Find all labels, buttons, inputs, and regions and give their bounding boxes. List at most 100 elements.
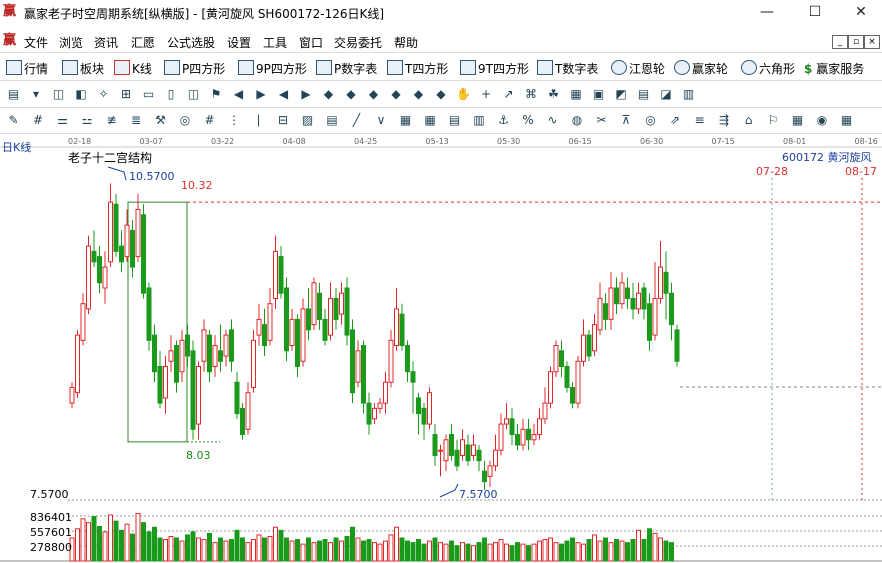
candle-body — [465, 444, 471, 462]
candle-body — [377, 402, 383, 409]
volume-bar — [262, 537, 267, 562]
candle-body — [212, 345, 218, 367]
volume-bar — [80, 518, 86, 562]
candle-body — [669, 292, 674, 326]
volume-bar — [504, 543, 509, 562]
volume-bar — [317, 540, 322, 562]
volume-bar — [625, 542, 630, 562]
candle-body — [636, 292, 641, 310]
volume-bar — [284, 537, 289, 562]
date-label: 06-15 — [568, 137, 592, 146]
candle-body — [311, 282, 317, 326]
volume-bar — [366, 539, 372, 562]
volume-bar — [113, 520, 119, 562]
volume-bar — [647, 528, 652, 562]
candle-body — [135, 208, 141, 258]
candle-body — [262, 324, 267, 347]
candle-body — [355, 350, 361, 383]
volume-bar — [256, 534, 262, 562]
volume-bar — [273, 526, 278, 562]
candle-body — [185, 334, 190, 357]
volume-bar — [152, 526, 157, 562]
candle-body — [229, 329, 234, 362]
candle-body — [564, 365, 570, 388]
volume-bar — [240, 537, 245, 562]
volume-bar — [372, 542, 377, 562]
volume-bar — [531, 543, 537, 562]
volume-label-high: 836401 — [30, 511, 72, 524]
candle-body — [559, 350, 564, 367]
volume-bar — [97, 526, 102, 562]
candle-body — [80, 303, 86, 341]
volume-bar — [641, 539, 647, 562]
volume-bar — [234, 529, 240, 562]
candle-body — [113, 203, 119, 252]
volume-bar — [75, 528, 80, 562]
volume-bar — [663, 540, 669, 562]
volume-bar — [207, 532, 212, 562]
candle-body — [97, 256, 102, 284]
candle-body — [372, 407, 377, 420]
volume-bar — [355, 537, 361, 562]
candle-body — [361, 345, 366, 404]
candle-body — [482, 470, 487, 483]
candle-body — [174, 345, 179, 383]
candle-body — [493, 449, 498, 467]
volume-bar — [344, 535, 350, 562]
volume-bar — [658, 537, 663, 562]
volume-bar — [432, 537, 438, 562]
volume-bar — [245, 542, 251, 562]
candle-body — [119, 245, 124, 263]
volume-bar — [421, 543, 427, 562]
volume-bar — [179, 540, 185, 562]
candle-body — [201, 329, 207, 362]
volume-bar — [509, 545, 515, 562]
candle-body — [652, 297, 658, 336]
volume-bar — [570, 537, 575, 562]
candle-body — [163, 365, 168, 399]
candle-body — [410, 371, 416, 383]
volume-bar — [608, 542, 614, 562]
volume-bar — [201, 539, 207, 562]
date-label: 04-25 — [354, 137, 378, 146]
volume-bar — [168, 535, 174, 562]
volume-bar — [416, 539, 421, 562]
axis-low-label: 7.5700 — [30, 488, 69, 501]
volume-bar — [388, 534, 394, 562]
candle-body — [317, 292, 322, 320]
candle-body — [256, 318, 262, 336]
candle-body — [278, 256, 284, 294]
candle-body — [223, 334, 229, 357]
volume-bar — [361, 540, 366, 562]
volume-bar — [399, 537, 405, 562]
candle-body — [575, 360, 581, 404]
volume-bar — [575, 542, 581, 562]
volume-bar — [394, 526, 399, 562]
candle-body — [273, 250, 278, 299]
volume-bar — [427, 540, 432, 562]
candle-body — [322, 318, 328, 341]
candle-body — [625, 287, 630, 299]
volume-bar — [603, 537, 608, 562]
kline-chart[interactable] — [0, 0, 882, 563]
volume-label-low: 278800 — [30, 541, 72, 554]
volume-bar — [174, 537, 179, 562]
date-label: 05-13 — [425, 137, 449, 146]
candle-body — [130, 229, 135, 268]
volume-bar — [278, 529, 284, 562]
candle-body — [487, 465, 493, 477]
candle-body — [614, 287, 619, 305]
candle-body — [520, 428, 526, 446]
candle-body — [630, 297, 636, 310]
volume-bar — [251, 539, 256, 562]
candle-body — [454, 449, 460, 467]
candle-body — [152, 334, 157, 373]
candle-body — [586, 334, 592, 357]
future-date-1: 07-28 — [756, 165, 788, 178]
volume-bar — [267, 535, 273, 562]
volume-bar — [564, 540, 570, 562]
volume-bar — [102, 531, 108, 562]
candle-body — [179, 339, 185, 373]
volume-bar — [311, 542, 317, 562]
date-label: 06-30 — [640, 137, 664, 146]
